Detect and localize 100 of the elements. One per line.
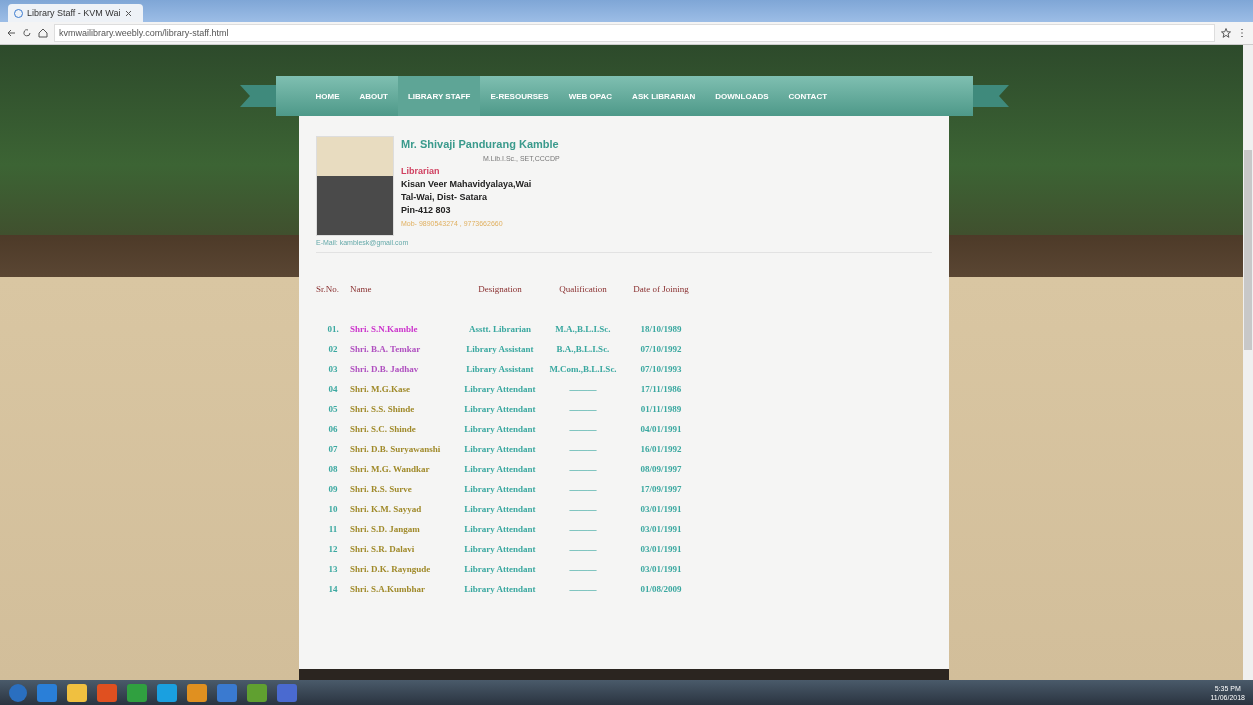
table-cell-text: Shri. S.R. Dalavi [350, 544, 416, 556]
table-cell-text: 13 [327, 564, 339, 576]
nav-link[interactable]: DOWNLOADS [705, 76, 779, 116]
table-cell-text: Shri. M.G.Kase [350, 384, 411, 396]
table-cell-text: Shri. D.B. Jadhav [350, 364, 420, 376]
table-cell-text: Shri. B.A. Temkar [350, 344, 422, 356]
column-header: Qualification [558, 284, 608, 294]
table-cell-text: Shri. S.N.Kamble [350, 324, 419, 336]
table-cell-text: 06 [327, 424, 339, 436]
table-cell-text: Shri. D.K. Rayngude [350, 564, 432, 576]
table-cell-text: 10 [327, 504, 339, 516]
table-cell-text: M.A.,B.L.I.Sc. [554, 324, 612, 336]
table-cell-text: B.A.,B.L.I.Sc. [555, 344, 611, 356]
table-cell-text: ——— [568, 504, 598, 516]
table-cell-text: 04 [327, 384, 339, 396]
star-icon[interactable] [1221, 28, 1231, 38]
table-cell-text: ——— [568, 444, 598, 456]
app-icon[interactable] [36, 682, 58, 703]
table-cell-text: 03 [327, 364, 339, 376]
nav-link[interactable]: LIBRARY STAFF [397, 76, 481, 116]
table-cell-text: Library Attendant [463, 584, 537, 596]
globe-icon [14, 8, 23, 18]
table-cell-text: Shri. R.S. Surve [350, 484, 413, 496]
app-icon[interactable] [96, 682, 118, 703]
app-icon[interactable] [246, 682, 268, 703]
pin-text: Pin-412 803 [401, 204, 452, 217]
table-cell-text: 18/10/1989 [639, 324, 683, 336]
app-icon[interactable] [66, 682, 88, 703]
table-cell-text: Library Attendant [463, 404, 537, 416]
designation-text: Librarian [401, 165, 441, 178]
table-cell-text: Library Attendant [463, 444, 537, 456]
table-cell-text: Library Assistant [465, 364, 535, 376]
table-cell-text: 08 [327, 464, 339, 476]
nav-link[interactable]: E-RESOURSES [480, 76, 559, 116]
table-cell-text: 01. [326, 324, 340, 336]
column-header: Date of Joining [632, 284, 690, 294]
table-cell-text: Library Attendant [463, 504, 537, 516]
table-cell-text: 08/09/1997 [639, 464, 683, 476]
address-field[interactable]: kvmwailibrary.weebly.com/library-staff.html [54, 24, 1215, 42]
table-cell-text: ——— [568, 564, 598, 576]
table-cell-text: 05 [327, 404, 339, 416]
table-cell-text: 03/01/1991 [639, 504, 683, 516]
table-cell-text: ——— [568, 384, 598, 396]
table-cell-text: Library Attendant [463, 384, 537, 396]
table-cell-text: 01/11/1989 [639, 404, 683, 416]
table-cell-text: 03/01/1991 [639, 544, 683, 556]
nav-link[interactable]: ABOUT [349, 76, 398, 116]
address-text: Tal-Wai, Dist- Satara [401, 191, 489, 204]
nav-link[interactable]: ASK LIBRARIAN [622, 76, 706, 116]
table-cell-text: Shri. S.A.Kumbhar [350, 584, 427, 596]
table-cell-text: 09 [327, 484, 339, 496]
table-cell-text: 03/01/1991 [639, 564, 683, 576]
table-cell-text: 16/01/1992 [639, 444, 683, 456]
table-cell-text: Library Attendant [463, 484, 537, 496]
table-cell-text: 02 [327, 344, 339, 356]
app-icon[interactable] [126, 682, 148, 703]
reload-icon[interactable] [22, 28, 32, 38]
table-cell-text: 04/01/1991 [639, 424, 683, 436]
column-header: Designation [477, 284, 523, 294]
table-cell-text: Shri. S.S. Shinde [350, 404, 416, 416]
table-cell-text: Shri. K.M. Sayyad [350, 504, 423, 516]
close-icon[interactable] [124, 9, 132, 17]
table-cell-text: 07 [327, 444, 339, 456]
table-cell-text: 14 [327, 584, 339, 596]
table-cell-text: ——— [568, 464, 598, 476]
table-cell-text: 17/11/1986 [639, 384, 683, 396]
nav-link[interactable]: WEB OPAC [558, 76, 623, 116]
table-cell-text: Asstt. Librarian [468, 324, 532, 336]
app-icon[interactable] [156, 682, 178, 703]
table-cell-text: 03/01/1991 [639, 524, 683, 536]
table-cell-text: M.Com.,B.L.I.Sc. [548, 364, 618, 376]
column-header: Name [350, 284, 373, 294]
table-cell-text: ——— [568, 424, 598, 436]
table-cell-text: 17/09/1997 [639, 484, 683, 496]
nav-link[interactable]: CONTACT [778, 76, 838, 116]
table-cell-text: 11 [327, 524, 339, 536]
back-icon[interactable] [6, 28, 16, 38]
table-cell-text: ——— [568, 544, 598, 556]
browser-tab[interactable]: Library Staff - KVM Wai [8, 4, 143, 22]
table-cell-text: Library Assistant [465, 344, 535, 356]
table-cell-text: Library Attendant [463, 544, 537, 556]
nav-link[interactable]: HOME [305, 76, 350, 116]
table-cell-text: Shri. S.C. Shinde [350, 424, 417, 436]
table-cell-text: 12 [327, 544, 339, 556]
table-cell-text: Shri. M.G. Wandkar [350, 464, 431, 476]
start-orb-icon[interactable] [8, 682, 28, 703]
app-icon[interactable] [186, 682, 208, 703]
table-cell-text: ——— [568, 404, 598, 416]
college-text: Kisan Veer Mahavidyalaya,Wai [401, 178, 533, 191]
column-header: Sr.No. [316, 284, 340, 294]
table-cell-text: Library Attendant [463, 424, 537, 436]
home-icon[interactable] [38, 28, 48, 38]
scrollbar-thumb[interactable] [1244, 150, 1252, 350]
table-cell-text: Library Attendant [463, 564, 537, 576]
table-cell-text: 07/10/1993 [639, 364, 683, 376]
person-name: Mr. Shivaji Pandurang Kamble [401, 137, 560, 152]
table-cell-text: ——— [568, 484, 598, 496]
table-cell-text: ——— [568, 524, 598, 536]
table-cell-text: Library Attendant [463, 464, 537, 476]
table-cell-text: 01/08/2009 [639, 584, 683, 596]
